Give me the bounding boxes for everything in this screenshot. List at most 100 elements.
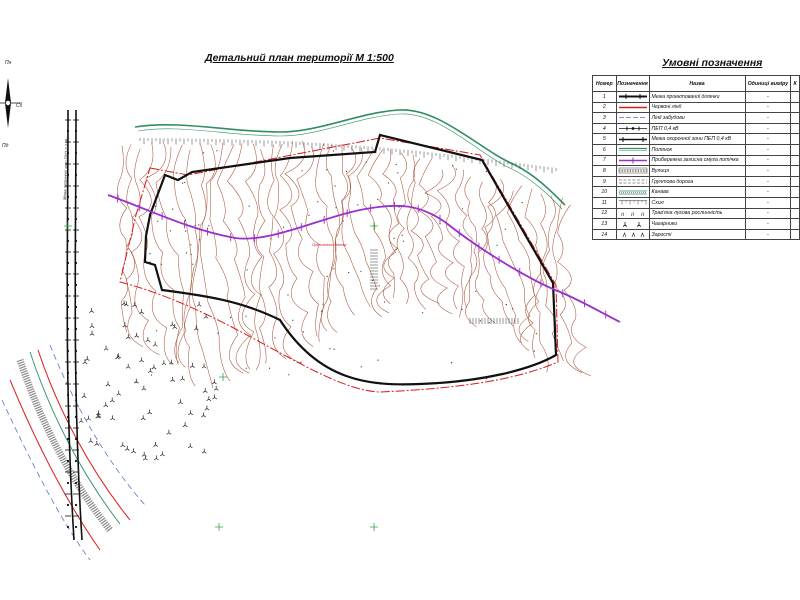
shrub-icon xyxy=(120,442,126,448)
plan-title: Детальний план території М 1:500 xyxy=(205,52,394,64)
legend-row-symbol xyxy=(615,228,650,241)
shrub-icon xyxy=(140,415,146,421)
legend-row-number: 4 xyxy=(592,122,617,135)
legend-row-name: Ґрунтова дорога xyxy=(648,175,746,188)
legend-row-name: Лінії забудови xyxy=(648,112,746,124)
shrub-icon xyxy=(134,332,140,338)
contour-line xyxy=(524,188,541,359)
shrub-icon xyxy=(213,385,219,391)
shrub-icon xyxy=(193,325,199,331)
shrub-icon xyxy=(78,418,84,423)
shrub-icon xyxy=(187,443,193,449)
legend-row-qty xyxy=(790,143,800,156)
legend-row-unit: - xyxy=(744,165,792,177)
shrub-icon xyxy=(86,415,91,421)
shrub-icon xyxy=(103,402,109,408)
legend-row-number: 10 xyxy=(592,186,617,198)
shrub-icon xyxy=(142,455,148,461)
legend-row-name: Червоні лінії xyxy=(648,101,746,114)
design-boundary-line-icon xyxy=(618,94,647,100)
legend-row-name: Межа проектованої ділянки xyxy=(648,91,746,103)
legend-row-symbol xyxy=(615,186,650,198)
contour-line xyxy=(200,144,231,382)
legend-row-qty xyxy=(790,154,800,167)
contour-line xyxy=(464,176,478,327)
meadow-grass-icon: ıı ıı ıı xyxy=(621,212,645,218)
contour-line xyxy=(410,158,440,304)
shrub-icon xyxy=(132,302,138,307)
shrub-icon xyxy=(204,405,210,411)
legend-row-number: 3 xyxy=(592,112,617,124)
shrub-icon xyxy=(147,409,153,415)
legend-table: Номер Позначення Назва Одиниці виміру К … xyxy=(592,75,800,241)
legend-row: 10 Канава - xyxy=(592,186,800,198)
legend-row-unit: - xyxy=(744,175,792,188)
contour-line xyxy=(418,158,453,315)
shrub-icon xyxy=(159,451,165,457)
shrub-icon xyxy=(110,415,116,421)
legend-row-name: Межа охоронної зони ПЕП 0,4 кВ xyxy=(648,133,746,145)
svg-text:ıı: ıı xyxy=(631,212,635,218)
slope-icon xyxy=(618,200,647,205)
shrub-icon xyxy=(196,301,202,307)
shrub-icon xyxy=(88,437,94,443)
contour-lines xyxy=(117,140,591,389)
legend-row-unit: - xyxy=(744,112,792,124)
legend-row-number: 13 xyxy=(592,218,617,230)
contour-line xyxy=(334,144,355,316)
legend-row-qty xyxy=(790,112,800,124)
svg-text:ıı: ıı xyxy=(641,212,645,218)
legend-row-number: 2 xyxy=(592,101,617,114)
legend-row-number: 5 xyxy=(592,133,617,145)
legend-row: 9 Ґрунтова дорога - xyxy=(592,175,800,188)
legend-row: 13 Чагарники - xyxy=(592,218,800,230)
compass-east-label: Сх xyxy=(16,103,23,109)
street-hatch-icon xyxy=(618,168,647,174)
legend-row-symbol xyxy=(615,91,650,103)
shrub-icon xyxy=(133,378,139,384)
contour-line xyxy=(315,143,335,332)
legend-row-symbol xyxy=(615,165,650,177)
thickets-icon xyxy=(622,232,644,238)
shrub-icon xyxy=(189,362,195,368)
contour-line xyxy=(475,181,496,324)
contour-line xyxy=(279,141,314,347)
slope-hatch-inner xyxy=(370,249,519,324)
legend-row-qty xyxy=(790,207,800,220)
shrub-icon xyxy=(201,412,206,418)
legend-row-unit: - xyxy=(744,122,792,135)
shrub-icon xyxy=(81,393,87,398)
shrub-icon xyxy=(124,445,130,451)
legend-row-name: ПЕП 0,4 кВ xyxy=(648,122,746,135)
legend-row-unit: - xyxy=(744,228,792,241)
legend-row-name: Схил xyxy=(648,196,746,209)
legend-row: 1 Межа проектованої ділянки - xyxy=(592,91,800,103)
legend-row: 7 Прибережна захисна смуга потічка - xyxy=(592,154,800,167)
slope-hatch-top xyxy=(139,138,557,174)
shrubs-area xyxy=(78,300,219,461)
compass-south-label: Пд xyxy=(2,143,9,149)
legend-row-symbol xyxy=(615,101,650,114)
legend-row-unit: - xyxy=(744,154,792,167)
shrub-icon xyxy=(94,440,100,446)
legend-row-symbol xyxy=(615,218,650,230)
legend-row: 6 Полянок - xyxy=(592,143,800,156)
legend-row-symbol xyxy=(615,175,650,188)
legend-row-symbol xyxy=(615,122,650,135)
shrub-icon xyxy=(109,397,115,403)
svg-text:ıı: ıı xyxy=(621,212,625,218)
legend-row-qty xyxy=(790,91,800,103)
shrub-icon xyxy=(121,300,127,306)
legend-row: 11 Схил - xyxy=(592,196,800,209)
legend-row-unit: - xyxy=(744,207,792,220)
legend-row-unit: - xyxy=(744,196,792,209)
dirt-road-icon xyxy=(618,179,647,184)
shrub-icon xyxy=(206,396,212,401)
legend-row-name: Вулиця xyxy=(648,165,746,177)
shrub-icon xyxy=(116,390,122,396)
shrub-icon xyxy=(89,323,95,328)
legend-row-number: 9 xyxy=(592,175,617,188)
contour-line xyxy=(436,165,465,318)
legend-row-unit: - xyxy=(744,218,792,230)
legend-header-unit: Одиниці виміру xyxy=(744,75,792,92)
